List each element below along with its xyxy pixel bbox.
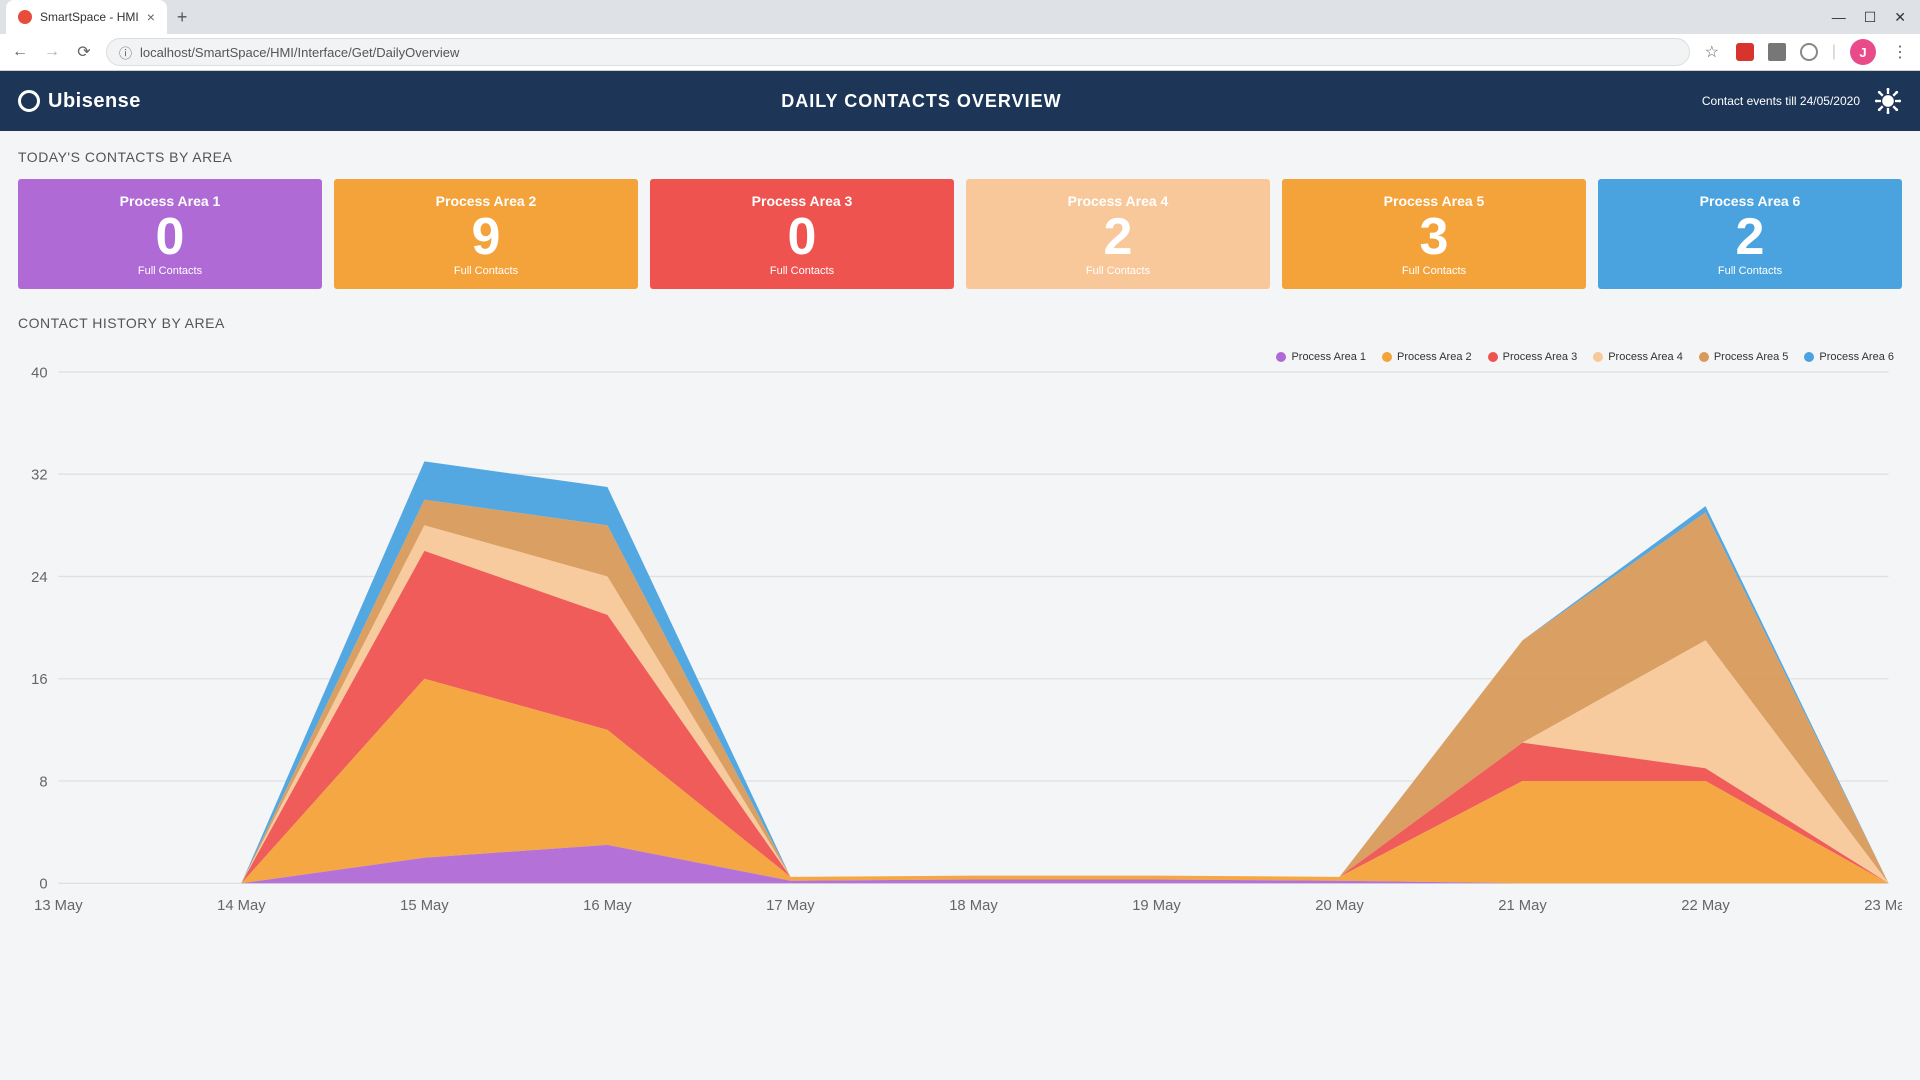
card-subtitle: Full Contacts [1608,265,1892,277]
header-right: Contact events till 24/05/2020 [1702,87,1902,115]
svg-text:23 May: 23 May [1864,898,1902,914]
svg-text:17 May: 17 May [766,898,815,914]
svg-text:22 May: 22 May [1681,898,1730,914]
svg-text:15 May: 15 May [400,898,449,914]
card-value: 9 [344,211,628,263]
svg-text:16 May: 16 May [583,898,632,914]
card-title: Process Area 4 [976,193,1260,209]
close-tab-icon[interactable]: × [147,9,155,25]
card-title: Process Area 6 [1608,193,1892,209]
legend-label: Process Area 4 [1608,351,1683,363]
minimize-icon[interactable]: — [1832,9,1846,26]
reload-icon[interactable]: ⟳ [74,42,94,62]
window-controls: — ☐ ✕ [1818,9,1920,26]
card-value: 2 [976,211,1260,263]
card-subtitle: Full Contacts [976,265,1260,277]
svg-text:24: 24 [31,570,47,586]
legend-item[interactable]: Process Area 5 [1699,351,1789,363]
header-status: Contact events till 24/05/2020 [1702,94,1860,108]
legend-item[interactable]: Process Area 4 [1593,351,1683,363]
area-card[interactable]: Process Area 2 9 Full Contacts [334,179,638,289]
cards-row: Process Area 10Full ContactsProcess Area… [18,179,1902,289]
svg-text:0: 0 [39,877,47,893]
svg-text:18 May: 18 May [949,898,998,914]
close-window-icon[interactable]: ✕ [1894,9,1906,26]
legend-swatch-icon [1593,352,1603,362]
legend-swatch-icon [1699,352,1709,362]
address-bar: ← → ⟳ ⓘ localhost/SmartSpace/HMI/Interfa… [0,34,1920,70]
extension-icon[interactable] [1768,43,1786,61]
browser-tab[interactable]: SmartSpace - HMI × [6,0,167,34]
profile-avatar[interactable]: J [1850,39,1876,65]
area-card[interactable]: Process Area 5 3 Full Contacts [1282,179,1586,289]
new-tab-button[interactable]: + [177,7,188,28]
section-title-chart: CONTACT HISTORY BY AREA [18,315,1902,331]
legend-swatch-icon [1382,352,1392,362]
forward-icon[interactable]: → [42,43,62,61]
browser-chrome: SmartSpace - HMI × + — ☐ ✕ ← → ⟳ ⓘ local… [0,0,1920,71]
bookmark-star-icon[interactable]: ☆ [1702,42,1722,62]
legend-label: Process Area 1 [1291,351,1366,363]
chart-container: Process Area 1 Process Area 2 Process Area… [18,345,1902,924]
card-value: 3 [1292,211,1576,263]
card-title: Process Area 2 [344,193,628,209]
svg-text:8: 8 [39,774,47,790]
svg-text:16: 16 [31,672,47,688]
legend-label: Process Area 5 [1714,351,1789,363]
page-title: DAILY CONTACTS OVERVIEW [141,91,1702,112]
card-title: Process Area 5 [1292,193,1576,209]
svg-text:20 May: 20 May [1315,898,1364,914]
legend-item[interactable]: Process Area 1 [1276,351,1366,363]
legend-item[interactable]: Process Area 2 [1382,351,1472,363]
legend-swatch-icon [1804,352,1814,362]
svg-text:40: 40 [31,365,47,381]
svg-text:14 May: 14 May [217,898,266,914]
tab-bar: SmartSpace - HMI × + — ☐ ✕ [0,0,1920,34]
extension-icon[interactable] [1736,43,1754,61]
card-subtitle: Full Contacts [28,265,312,277]
card-title: Process Area 1 [28,193,312,209]
svg-text:21 May: 21 May [1498,898,1547,914]
url-field[interactable]: ⓘ localhost/SmartSpace/HMI/Interface/Get… [106,38,1690,66]
chart-legend: Process Area 1 Process Area 2 Process Area… [1276,351,1894,363]
virus-icon [1874,87,1902,115]
content: TODAY'S CONTACTS BY AREA Process Area 10… [0,131,1920,942]
legend-item[interactable]: Process Area 3 [1488,351,1578,363]
svg-text:13 May: 13 May [34,898,83,914]
legend-swatch-icon [1488,352,1498,362]
brand-name: Ubisense [48,90,141,113]
legend-label: Process Area 2 [1397,351,1472,363]
section-title-cards: TODAY'S CONTACTS BY AREA [18,149,1902,165]
card-title: Process Area 3 [660,193,944,209]
extension-icon[interactable] [1800,43,1818,61]
brand: Ubisense [18,90,141,113]
svg-text:32: 32 [31,468,47,484]
stacked-area-chart: 0 8 16 24 32 40 13 May 14 May 15 May 16 May 17 May… [18,345,1902,924]
url-text: localhost/SmartSpace/HMI/Interface/Get/D… [140,45,459,60]
toolbar-right: ☆ | J ⋮ [1702,39,1910,65]
legend-label: Process Area 6 [1819,351,1894,363]
app-header: Ubisense DAILY CONTACTS OVERVIEW Contact… [0,71,1920,131]
legend-swatch-icon [1276,352,1286,362]
card-value: 0 [660,211,944,263]
tab-title: SmartSpace - HMI [40,10,139,24]
card-value: 2 [1608,211,1892,263]
maximize-icon[interactable]: ☐ [1864,9,1877,26]
area-card[interactable]: Process Area 6 2 Full Contacts [1598,179,1902,289]
brand-logo-icon [18,90,40,112]
card-subtitle: Full Contacts [344,265,628,277]
area-card[interactable]: Process Area 3 0 Full Contacts [650,179,954,289]
svg-text:19 May: 19 May [1132,898,1181,914]
area-card[interactable]: Process Area 1 0 Full Contacts [18,179,322,289]
back-icon[interactable]: ← [10,43,30,61]
favicon-icon [18,10,32,24]
area-card[interactable]: Process Area 4 2 Full Contacts [966,179,1270,289]
card-value: 0 [28,211,312,263]
legend-item[interactable]: Process Area 6 [1804,351,1894,363]
kebab-menu-icon[interactable]: ⋮ [1890,42,1910,62]
site-info-icon[interactable]: ⓘ [119,43,132,62]
card-subtitle: Full Contacts [1292,265,1576,277]
legend-label: Process Area 3 [1503,351,1578,363]
card-subtitle: Full Contacts [660,265,944,277]
